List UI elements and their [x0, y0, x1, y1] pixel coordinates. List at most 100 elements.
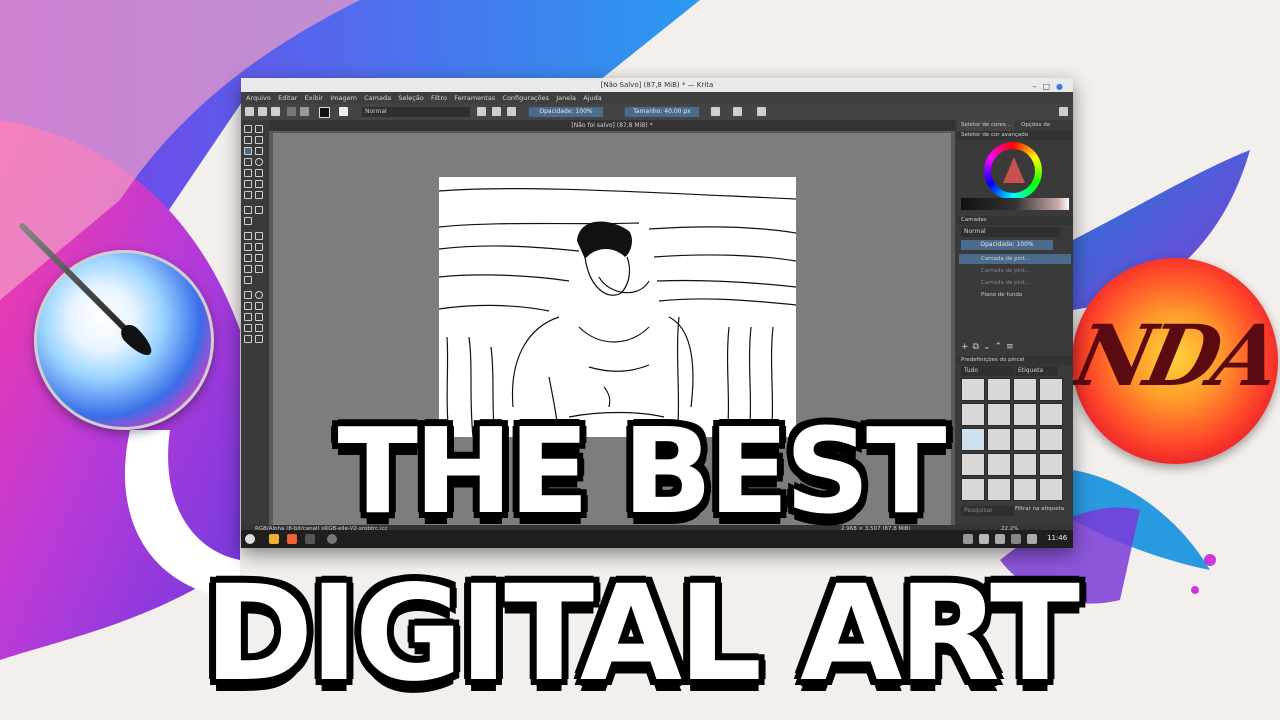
maximize-icon[interactable]: □	[1042, 82, 1056, 91]
start-menu-icon[interactable]	[245, 534, 255, 544]
pan-tool-icon[interactable]	[255, 335, 263, 343]
layer-opacity-slider[interactable]: Opacidade: 100%	[961, 240, 1053, 250]
add-layer-icon[interactable]: +	[961, 342, 973, 352]
duplicate-layer-icon[interactable]: ⧉	[973, 342, 983, 352]
menu-layer[interactable]: Camada	[364, 92, 391, 104]
gradient-tool-icon[interactable]	[244, 232, 252, 240]
dynamic-brush-tool-icon[interactable]	[244, 191, 252, 199]
menu-select[interactable]: Seleção	[398, 92, 423, 104]
measure-tool-icon[interactable]	[255, 265, 263, 273]
enclose-fill-tool-icon[interactable]	[255, 254, 263, 262]
move-tool-icon[interactable]	[255, 206, 263, 214]
assistant-tool-icon[interactable]	[244, 265, 252, 273]
color-history-strip[interactable]	[961, 198, 1069, 210]
menu-help[interactable]: Ajuda	[583, 92, 601, 104]
freehand-select-tool-icon[interactable]	[255, 302, 263, 310]
menu-filter[interactable]: Filtro	[431, 92, 447, 104]
close-icon[interactable]: ●	[1056, 82, 1069, 91]
bezier-tool-icon[interactable]	[244, 180, 252, 188]
polygon-tool-icon[interactable]	[244, 169, 252, 177]
minimize-icon[interactable]: –	[1032, 82, 1042, 91]
select-shapes-tool-icon[interactable]	[244, 125, 252, 133]
brush-preset-icon[interactable]	[339, 107, 348, 116]
color-wheel[interactable]	[984, 142, 1042, 200]
layer-row[interactable]: Plano de fundo	[959, 290, 1071, 300]
tab-tool-options[interactable]: Opções de ferra...	[1017, 120, 1073, 139]
file-manager-icon[interactable]	[269, 534, 279, 544]
volume-icon[interactable]	[1011, 534, 1021, 544]
menu-file[interactable]: Arquivo	[246, 92, 271, 104]
menu-tools[interactable]: Ferramentas	[454, 92, 495, 104]
polyline-tool-icon[interactable]	[255, 169, 263, 177]
ellipse-select-tool-icon[interactable]	[255, 291, 263, 299]
brush-preset-tile[interactable]	[987, 378, 1011, 401]
wrap-icon[interactable]	[757, 107, 766, 116]
bluetooth-icon[interactable]	[995, 534, 1005, 544]
reference-tool-icon[interactable]	[244, 276, 252, 284]
krita-taskbar-icon[interactable]	[327, 534, 337, 544]
transform-tool-icon[interactable]	[244, 206, 252, 214]
layer-blend-select[interactable]: Normal	[961, 227, 1060, 237]
size-slider[interactable]: Tamanho: 40,00 px	[625, 107, 699, 117]
ellipse-tool-icon[interactable]	[255, 158, 263, 166]
calligraphy-tool-icon[interactable]	[255, 136, 263, 144]
browser-icon[interactable]	[287, 534, 297, 544]
multibrush-tool-icon[interactable]	[255, 191, 263, 199]
network-icon[interactable]	[979, 534, 989, 544]
terminal-icon[interactable]	[305, 534, 315, 544]
bezier-select-tool-icon[interactable]	[244, 324, 252, 332]
layer-properties-icon[interactable]: ≡	[1006, 342, 1018, 352]
polygon-select-tool-icon[interactable]	[244, 302, 252, 310]
tab-color-selector[interactable]: Seletor de cores...	[957, 120, 1015, 131]
text-tool-icon[interactable]	[255, 125, 263, 133]
reload-icon[interactable]	[507, 107, 516, 116]
line-tool-icon[interactable]	[255, 147, 263, 155]
blend-mode-select[interactable]: Normal	[362, 107, 470, 117]
pattern-icon[interactable]	[300, 107, 309, 116]
drawing-canvas[interactable]	[439, 177, 796, 437]
mirror-vertical-icon[interactable]	[733, 107, 742, 116]
zoom-tool-icon[interactable]	[244, 335, 252, 343]
preset-tag-select[interactable]: Etiqueta	[1015, 366, 1058, 376]
fg-bg-color-icon[interactable]	[319, 107, 330, 118]
mirror-horizontal-icon[interactable]	[711, 107, 720, 116]
color-picker-tool-icon[interactable]	[255, 232, 263, 240]
document-tab[interactable]: [Não foi salvo] (87,8 MiB) *	[269, 120, 955, 131]
similar-select-tool-icon[interactable]	[255, 313, 263, 321]
menu-settings[interactable]: Configurações	[502, 92, 549, 104]
rect-select-tool-icon[interactable]	[244, 291, 252, 299]
color-triangle[interactable]	[1003, 157, 1025, 183]
save-icon[interactable]	[271, 107, 280, 116]
layer-row[interactable]: Camada de pint...	[959, 266, 1071, 276]
brush-preset-tile[interactable]	[1013, 378, 1037, 401]
preserve-alpha-icon[interactable]	[492, 107, 501, 116]
magnetic-select-tool-icon[interactable]	[255, 324, 263, 332]
colorize-mask-tool-icon[interactable]	[244, 243, 252, 251]
crop-tool-icon[interactable]	[244, 217, 252, 225]
battery-icon[interactable]	[1027, 534, 1037, 544]
menu-view[interactable]: Exibir	[305, 92, 323, 104]
layer-row[interactable]: Camada de pint...	[959, 254, 1071, 264]
tray-icon[interactable]	[963, 534, 973, 544]
freehand-brush-tool-icon[interactable]	[244, 147, 252, 155]
layer-row[interactable]: Camada de pint...	[959, 278, 1071, 288]
move-down-icon[interactable]: ⌄	[983, 342, 995, 352]
menu-image[interactable]: Imagem	[330, 92, 357, 104]
smart-patch-tool-icon[interactable]	[255, 243, 263, 251]
fill-tool-icon[interactable]	[244, 254, 252, 262]
menu-edit[interactable]: Editar	[278, 92, 297, 104]
eraser-icon[interactable]	[477, 107, 486, 116]
edit-shapes-tool-icon[interactable]	[244, 136, 252, 144]
new-doc-icon[interactable]	[245, 107, 254, 116]
move-up-icon[interactable]: ⌃	[995, 342, 1007, 352]
brush-preset-tile[interactable]	[1039, 378, 1063, 401]
rectangle-tool-icon[interactable]	[244, 158, 252, 166]
freehand-path-tool-icon[interactable]	[255, 180, 263, 188]
open-icon[interactable]	[258, 107, 267, 116]
contiguous-select-tool-icon[interactable]	[244, 313, 252, 321]
opacity-slider[interactable]: Opacidade: 100%	[529, 107, 603, 117]
brush-preset-tile[interactable]	[961, 378, 985, 401]
menu-window[interactable]: Janela	[556, 92, 576, 104]
gradient-icon[interactable]	[287, 107, 296, 116]
preset-filter-select[interactable]: Tudo	[961, 366, 1014, 376]
